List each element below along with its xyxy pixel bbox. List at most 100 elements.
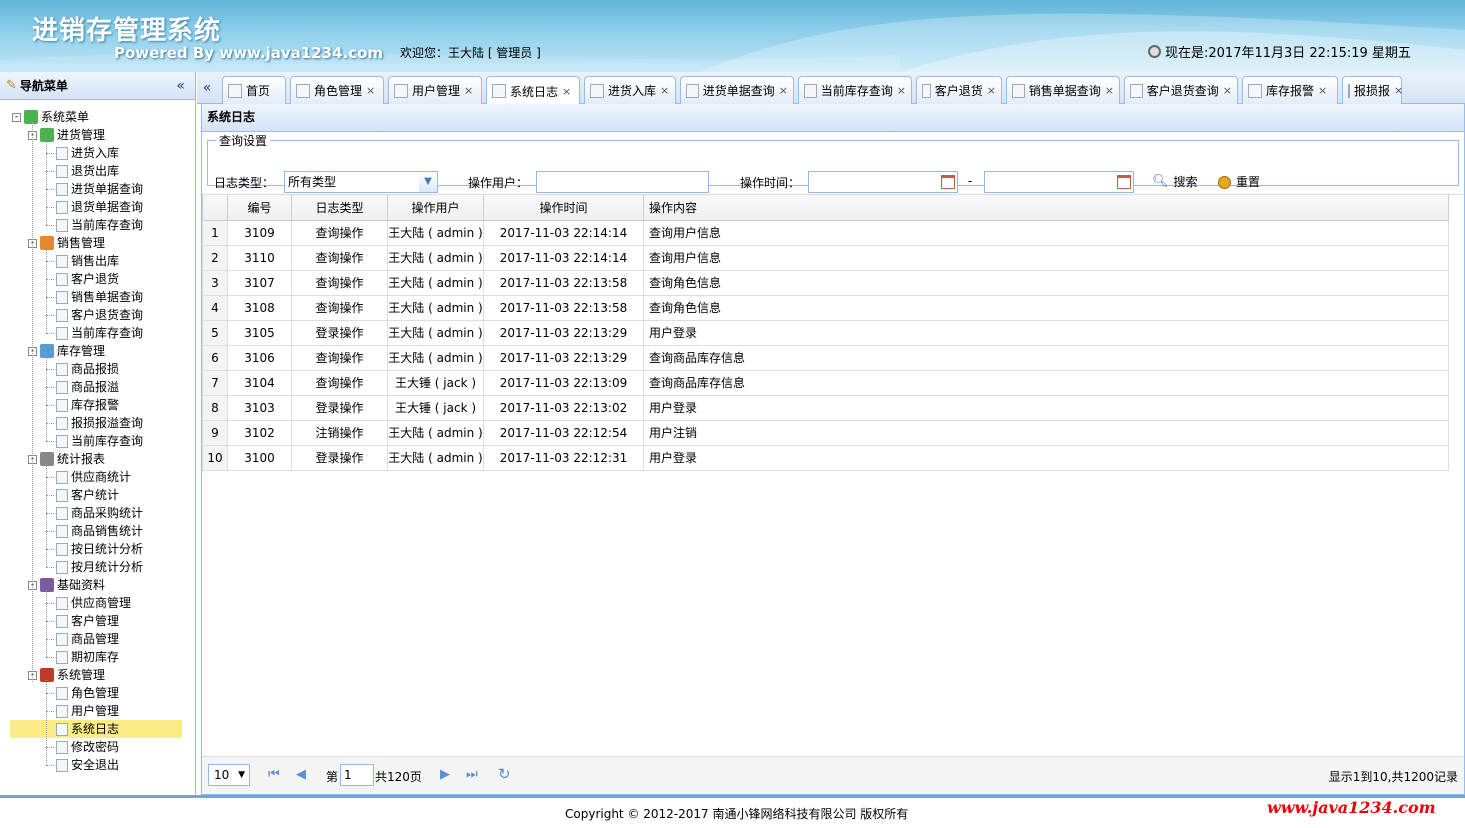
- nav-item[interactable]: 期初库存: [56, 648, 119, 666]
- user-input[interactable]: [536, 171, 709, 193]
- nav-item[interactable]: 商品报溢: [56, 378, 119, 396]
- reset-button[interactable]: 重置: [1218, 171, 1260, 193]
- nav-item[interactable]: 商品报损: [56, 360, 119, 378]
- close-icon[interactable]: ×: [779, 84, 788, 97]
- close-icon[interactable]: ×: [1318, 84, 1327, 97]
- nav-group-4[interactable]: - 基础资料: [28, 576, 105, 594]
- chevron-down-icon[interactable]: ▼: [419, 172, 437, 192]
- tab-1[interactable]: 角色管理 ×: [290, 76, 384, 104]
- close-icon[interactable]: ×: [660, 84, 669, 97]
- nav-item[interactable]: 退货出库: [56, 162, 119, 180]
- tab-9[interactable]: 客户退货查询 ×: [1124, 76, 1238, 104]
- nav-item[interactable]: 供应商统计: [56, 468, 131, 486]
- tab-4[interactable]: 进货入库 ×: [584, 76, 676, 104]
- nav-item[interactable]: 进货入库: [56, 144, 119, 162]
- refresh-icon[interactable]: ↻: [498, 765, 511, 783]
- calendar-icon[interactable]: [941, 175, 955, 189]
- collapse-panel-button[interactable]: «: [176, 78, 185, 94]
- nav-root[interactable]: - 系统菜单: [12, 108, 89, 126]
- first-page-icon[interactable]: ⏮: [268, 767, 280, 782]
- tab-0[interactable]: 首页: [222, 76, 286, 104]
- nav-item[interactable]: 商品管理: [56, 630, 119, 648]
- calendar-icon[interactable]: [1117, 175, 1131, 189]
- prev-page-icon[interactable]: ◀: [296, 767, 306, 782]
- nav-item[interactable]: 销售单据查询: [56, 288, 143, 306]
- tab-6[interactable]: 当前库存查询 ×: [798, 76, 912, 104]
- tab-3[interactable]: 系统日志 ×: [486, 76, 580, 105]
- tab-11[interactable]: 报损报 ×: [1342, 76, 1403, 104]
- table-row[interactable]: 9 3102 注销操作 王大陆 ( admin ) 2017-11-03 22:12:5…: [202, 419, 1449, 446]
- table-row[interactable]: 6 3106 查询操作 王大陆 ( admin ) 2017-11-03 22:13:2…: [202, 344, 1449, 371]
- nav-item[interactable]: 用户管理: [56, 702, 119, 720]
- nav-item[interactable]: 按月统计分析: [56, 558, 143, 576]
- nav-item[interactable]: 当前库存查询: [56, 432, 143, 450]
- nav-item[interactable]: 客户退货查询: [56, 306, 143, 324]
- nav-item[interactable]: 当前库存查询: [56, 324, 143, 342]
- nav-item[interactable]: 商品采购统计: [56, 504, 143, 522]
- close-icon[interactable]: ×: [987, 84, 996, 97]
- nav-item[interactable]: 系统日志: [10, 720, 182, 738]
- collapse-toggle-icon[interactable]: -: [12, 112, 21, 122]
- tab-5[interactable]: 进货单据查询 ×: [680, 76, 794, 104]
- nav-item[interactable]: 修改密码: [56, 738, 119, 756]
- nav-item-label: 商品采购统计: [71, 506, 144, 520]
- nav-item[interactable]: 退货单据查询: [56, 198, 143, 216]
- close-icon[interactable]: ×: [1394, 84, 1403, 97]
- nav-item[interactable]: 供应商管理: [56, 594, 131, 612]
- nav-item[interactable]: 角色管理: [56, 684, 119, 702]
- end-time-input[interactable]: [984, 171, 1134, 193]
- table-row[interactable]: 5 3105 登录操作 王大陆 ( admin ) 2017-11-03 22:13:2…: [202, 319, 1449, 346]
- table-row[interactable]: 2 3110 查询操作 王大陆 ( admin ) 2017-11-03 22:14:1…: [202, 244, 1449, 271]
- cell-user: 王大锤 ( jack ): [387, 394, 484, 421]
- page-size-select[interactable]: 10 ▼: [208, 764, 250, 786]
- nav-item[interactable]: 按日统计分析: [56, 540, 143, 558]
- close-icon[interactable]: ×: [366, 84, 375, 97]
- page-number-input[interactable]: 1: [340, 764, 374, 786]
- start-time-input[interactable]: [808, 171, 958, 193]
- table-row[interactable]: 8 3103 登录操作 王大锤 ( jack ) 2017-11-03 22:13:02…: [202, 394, 1449, 421]
- nav-item[interactable]: 进货单据查询: [56, 180, 143, 198]
- nav-item[interactable]: 库存报警: [56, 396, 119, 414]
- tab-8[interactable]: 销售单据查询 ×: [1006, 76, 1120, 104]
- column-header[interactable]: 操作内容: [643, 195, 1449, 221]
- last-page-icon[interactable]: ⏭: [466, 767, 478, 782]
- nav-group-0[interactable]: - 进货管理: [28, 126, 105, 144]
- nav-item[interactable]: 当前库存查询: [56, 216, 143, 234]
- table-row[interactable]: 1 3109 查询操作 王大陆 ( admin ) 2017-11-03 22:14:1…: [202, 219, 1449, 246]
- log-type-select[interactable]: 所有类型 ▼: [284, 171, 438, 193]
- column-header[interactable]: 操作用户: [387, 195, 484, 221]
- table-row[interactable]: 4 3108 查询操作 王大陆 ( admin ) 2017-11-03 22:13:5…: [202, 294, 1449, 321]
- nav-panel-header: ✎ 导航菜单: [0, 72, 195, 100]
- close-icon[interactable]: ×: [1223, 84, 1232, 97]
- cell-content: 查询用户信息: [643, 244, 1449, 271]
- nav-item[interactable]: 客户管理: [56, 612, 119, 630]
- table-row[interactable]: 3 3107 查询操作 王大陆 ( admin ) 2017-11-03 22:13:5…: [202, 269, 1449, 296]
- close-icon[interactable]: ×: [1105, 84, 1114, 97]
- close-icon[interactable]: ×: [562, 85, 571, 98]
- nav-item[interactable]: 安全退出: [56, 756, 119, 774]
- search-button[interactable]: 🔍︎ 搜索: [1152, 171, 1198, 193]
- close-icon[interactable]: ×: [897, 84, 906, 97]
- nav-item[interactable]: 报损报溢查询: [56, 414, 143, 432]
- table-row[interactable]: 7 3104 查询操作 王大锤 ( jack ) 2017-11-03 22:13:09…: [202, 369, 1449, 396]
- nav-item[interactable]: 销售出库: [56, 252, 119, 270]
- nav-group-1[interactable]: - 销售管理: [28, 234, 105, 252]
- nav-item[interactable]: 客户统计: [56, 486, 119, 504]
- nav-item[interactable]: 商品销售统计: [56, 522, 143, 540]
- nav-group-2[interactable]: - 库存管理: [28, 342, 105, 360]
- column-header[interactable]: 日志类型: [291, 195, 388, 221]
- column-header[interactable]: 编号: [227, 195, 292, 221]
- nav-item-label: 按日统计分析: [71, 542, 144, 556]
- nav-item-label: 商品报溢: [71, 380, 120, 394]
- nav-item[interactable]: 客户退货: [56, 270, 119, 288]
- nav-group-5[interactable]: - 系统管理: [28, 666, 105, 684]
- tab-scroll-left-button[interactable]: «: [197, 72, 217, 103]
- table-row[interactable]: 10 3100 登录操作 王大陆 ( admin ) 2017-11-03 22:12:…: [202, 444, 1449, 471]
- close-icon[interactable]: ×: [464, 84, 473, 97]
- tab-2[interactable]: 用户管理 ×: [388, 76, 482, 104]
- nav-group-3[interactable]: - 统计报表: [28, 450, 105, 468]
- tab-7[interactable]: 客户退货 ×: [916, 76, 1002, 104]
- column-header[interactable]: 操作时间: [483, 195, 644, 221]
- tab-10[interactable]: 库存报警 ×: [1242, 76, 1338, 104]
- next-page-icon[interactable]: ▶: [440, 767, 450, 782]
